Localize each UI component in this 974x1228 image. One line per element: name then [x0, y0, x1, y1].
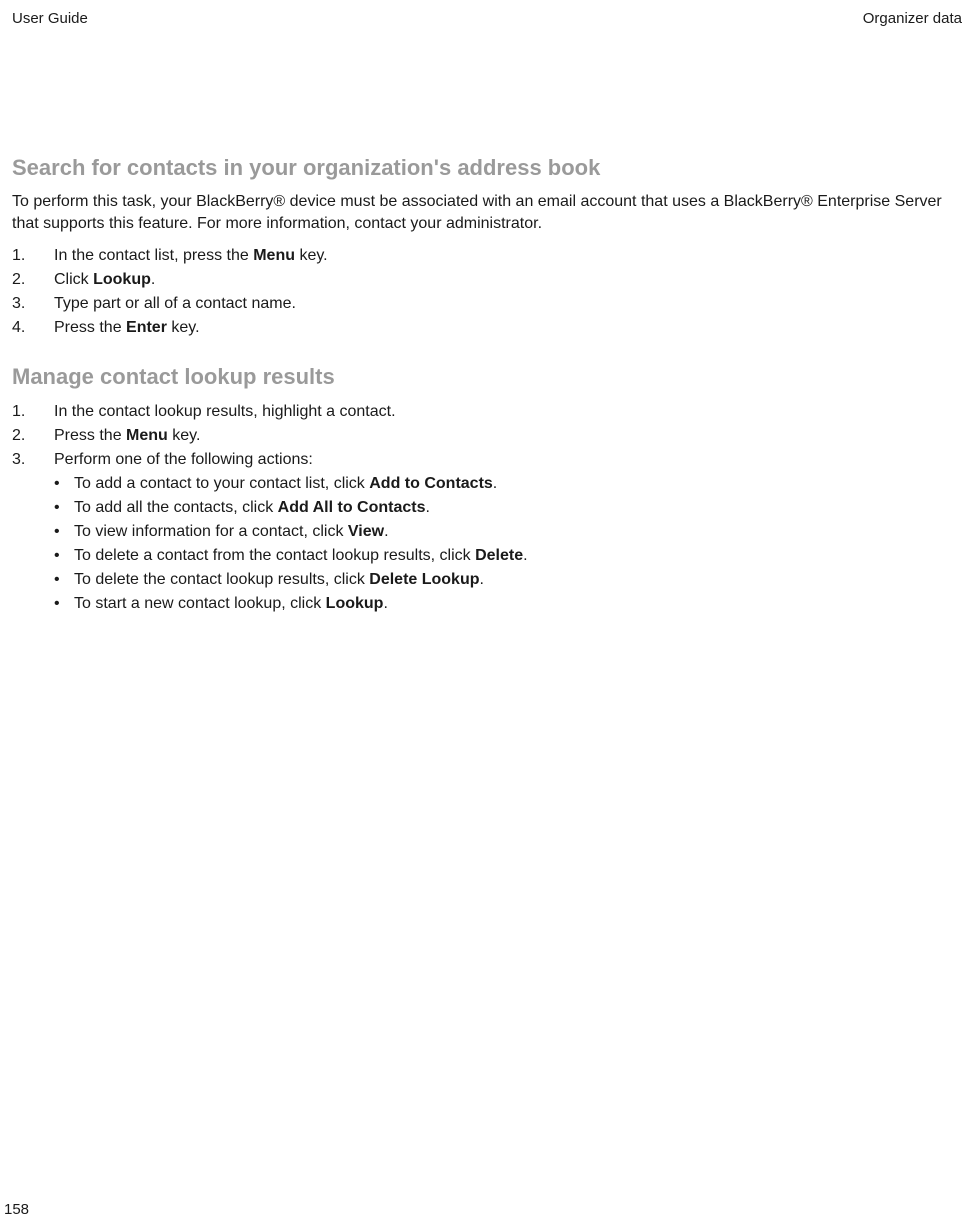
bullet-text: To delete a contact from the contact loo… [74, 547, 475, 564]
bullet-text: To view information for a contact, click [74, 523, 348, 540]
step-text: Type part or all of a contact name. [54, 295, 296, 312]
bullet-bold: Add to Contacts [369, 475, 493, 492]
bullet-text: To add a contact to your contact list, c… [74, 475, 369, 492]
section1-steps: In the contact list, press the Menu key.… [12, 244, 962, 340]
section1-title: Search for contacts in your organization… [12, 155, 962, 181]
step-bold: Enter [126, 319, 167, 336]
list-item: Type part or all of a contact name. [12, 292, 962, 316]
section2-bullets: To add a contact to your contact list, c… [12, 472, 962, 616]
list-item: To add all the contacts, click Add All t… [12, 496, 962, 520]
step-bold: Lookup [93, 271, 151, 288]
bullet-text: To start a new contact lookup, click [74, 595, 326, 612]
step-text: Perform one of the following actions: [54, 451, 313, 468]
list-item: To add a contact to your contact list, c… [12, 472, 962, 496]
bullet-text: . [384, 523, 388, 540]
step-text: key. [167, 319, 200, 336]
bullet-text: . [383, 595, 387, 612]
bullet-text: . [480, 571, 484, 588]
page-number: 158 [4, 1201, 29, 1218]
bullet-bold: Lookup [326, 595, 384, 612]
step-text: key. [295, 247, 328, 264]
section2-steps: In the contact lookup results, highlight… [12, 400, 962, 472]
section1-intro: To perform this task, your BlackBerry® d… [12, 191, 962, 234]
bullet-text: . [426, 499, 430, 516]
step-bold: Menu [126, 427, 168, 444]
page-header: User Guide Organizer data [12, 10, 962, 27]
list-item: Perform one of the following actions: [12, 448, 962, 472]
step-text: Click [54, 271, 93, 288]
header-left: User Guide [12, 10, 88, 27]
step-text: . [151, 271, 155, 288]
header-right: Organizer data [863, 10, 962, 27]
bullet-bold: Delete [475, 547, 523, 564]
list-item: To delete a contact from the contact loo… [12, 544, 962, 568]
list-item: Click Lookup. [12, 268, 962, 292]
list-item: To start a new contact lookup, click Loo… [12, 592, 962, 616]
bullet-bold: Add All to Contacts [278, 499, 426, 516]
step-bold: Menu [253, 247, 295, 264]
bullet-bold: View [348, 523, 384, 540]
step-text: Press the [54, 319, 126, 336]
bullet-bold: Delete Lookup [369, 571, 479, 588]
list-item: To delete the contact lookup results, cl… [12, 568, 962, 592]
section2-title: Manage contact lookup results [12, 364, 962, 390]
list-item: Press the Enter key. [12, 316, 962, 340]
step-text: In the contact lookup results, highlight… [54, 403, 396, 420]
list-item: In the contact lookup results, highlight… [12, 400, 962, 424]
bullet-text: . [523, 547, 527, 564]
list-item: In the contact list, press the Menu key. [12, 244, 962, 268]
list-item: Press the Menu key. [12, 424, 962, 448]
step-text: In the contact list, press the [54, 247, 253, 264]
bullet-text: To add all the contacts, click [74, 499, 278, 516]
list-item: To view information for a contact, click… [12, 520, 962, 544]
step-text: key. [168, 427, 201, 444]
bullet-text: To delete the contact lookup results, cl… [74, 571, 369, 588]
bullet-text: . [493, 475, 497, 492]
step-text: Press the [54, 427, 126, 444]
